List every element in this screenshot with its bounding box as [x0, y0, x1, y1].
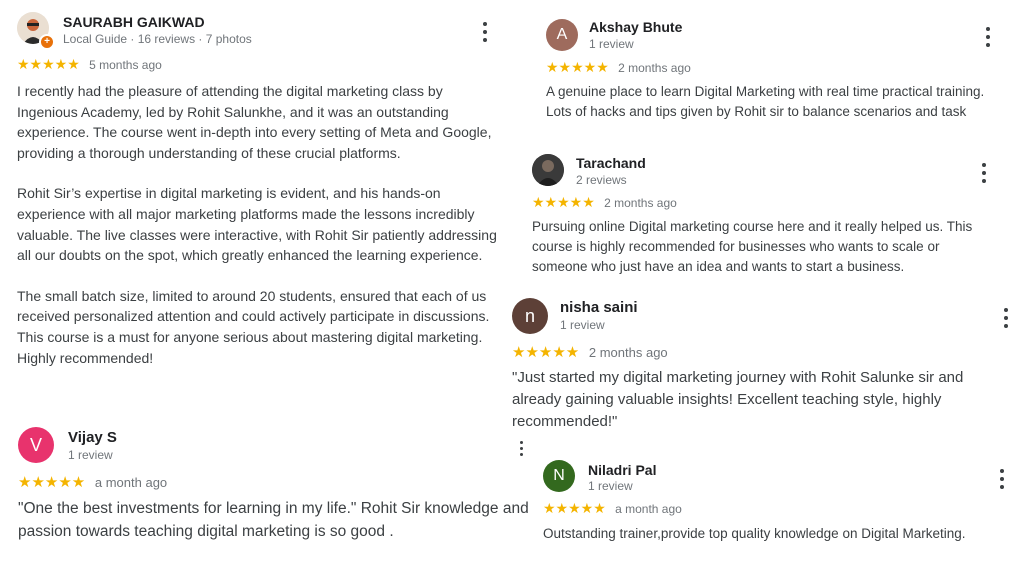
more-options-icon[interactable] [516, 441, 526, 456]
review-text: I recently had the pleasure of attending… [17, 81, 502, 368]
review-paragraph: The small batch size, limited to around … [17, 287, 490, 366]
more-options-icon[interactable] [983, 27, 993, 47]
reviewer-meta: 1 review [68, 448, 113, 462]
review-date: 5 months ago [89, 58, 162, 72]
avatar[interactable]: V [18, 427, 54, 463]
review-paragraph: Rohit Sir’s expertise in digital marketi… [17, 185, 497, 264]
more-options-icon[interactable] [480, 22, 490, 42]
reviewer-name[interactable]: nisha saini [560, 299, 638, 316]
more-options-icon[interactable] [997, 469, 1007, 489]
review-card: A Akshay Bhute 1 review ★★★★★ 2 months a… [546, 19, 1006, 122]
reviewer-meta: 1 review [589, 37, 634, 51]
review-card: N Niladri Pal 1 review ★★★★★ a month ago… [543, 460, 1013, 544]
review-card: Tarachand 2 reviews ★★★★★ 2 months ago P… [532, 154, 1002, 277]
reviewer-name[interactable]: Niladri Pal [588, 462, 656, 478]
reviewer-name[interactable]: SAURABH GAIKWAD [63, 14, 205, 30]
avatar[interactable]: N [543, 460, 575, 492]
reviewer-name[interactable]: Tarachand [576, 155, 646, 171]
reviewer-name[interactable]: Vijay S [68, 429, 117, 446]
star-rating: ★★★★★ [17, 56, 80, 72]
avatar[interactable]: n [512, 298, 548, 334]
review-date: a month ago [615, 502, 682, 516]
avatar[interactable] [532, 154, 564, 186]
reviewer-name[interactable]: Akshay Bhute [589, 19, 682, 35]
reviewer-meta: 1 review [560, 318, 605, 332]
star-rating: ★★★★★ [546, 59, 609, 75]
local-guide-badge-icon [39, 34, 55, 50]
reviewer-meta: 2 reviews [576, 173, 627, 187]
review-text: "One the best investments for learning i… [18, 500, 529, 540]
review-card: n nisha saini 1 review ★★★★★ 2 months ag… [512, 298, 1017, 433]
reviewer-meta: Local Guide · 16 reviews · 7 photos [63, 32, 252, 46]
more-options-icon[interactable] [1001, 308, 1011, 328]
star-rating: ★★★★★ [532, 194, 595, 210]
review-card: SAURABH GAIKWAD Local Guide · 16 reviews… [17, 12, 497, 368]
review-date: 2 months ago [588, 345, 668, 360]
review-date: 2 months ago [604, 196, 677, 210]
more-options-icon[interactable] [979, 163, 989, 183]
review-text: "Just started my digital marketing journ… [512, 369, 964, 430]
review-card: V Vijay S 1 review ★★★★★ a month ago "On… [18, 427, 538, 543]
star-rating: ★★★★★ [512, 344, 580, 361]
review-paragraph: I recently had the pleasure of attending… [17, 83, 492, 161]
review-date: 2 months ago [618, 61, 691, 75]
review-text: Pursuing online Digital marketing course… [532, 219, 973, 274]
avatar-letter: A [556, 26, 568, 43]
avatar-letter: n [524, 305, 535, 326]
review-date: a month ago [94, 475, 168, 490]
reviewer-meta: 1 review [588, 479, 633, 493]
star-rating: ★★★★★ [543, 500, 606, 516]
avatar[interactable]: A [546, 19, 578, 51]
avatar-letter: V [29, 434, 42, 455]
star-rating: ★★★★★ [18, 474, 86, 491]
review-text: Outstanding trainer,provide top quality … [543, 526, 966, 541]
avatar-letter: N [553, 467, 565, 484]
review-text: A genuine place to learn Digital Marketi… [546, 84, 985, 119]
